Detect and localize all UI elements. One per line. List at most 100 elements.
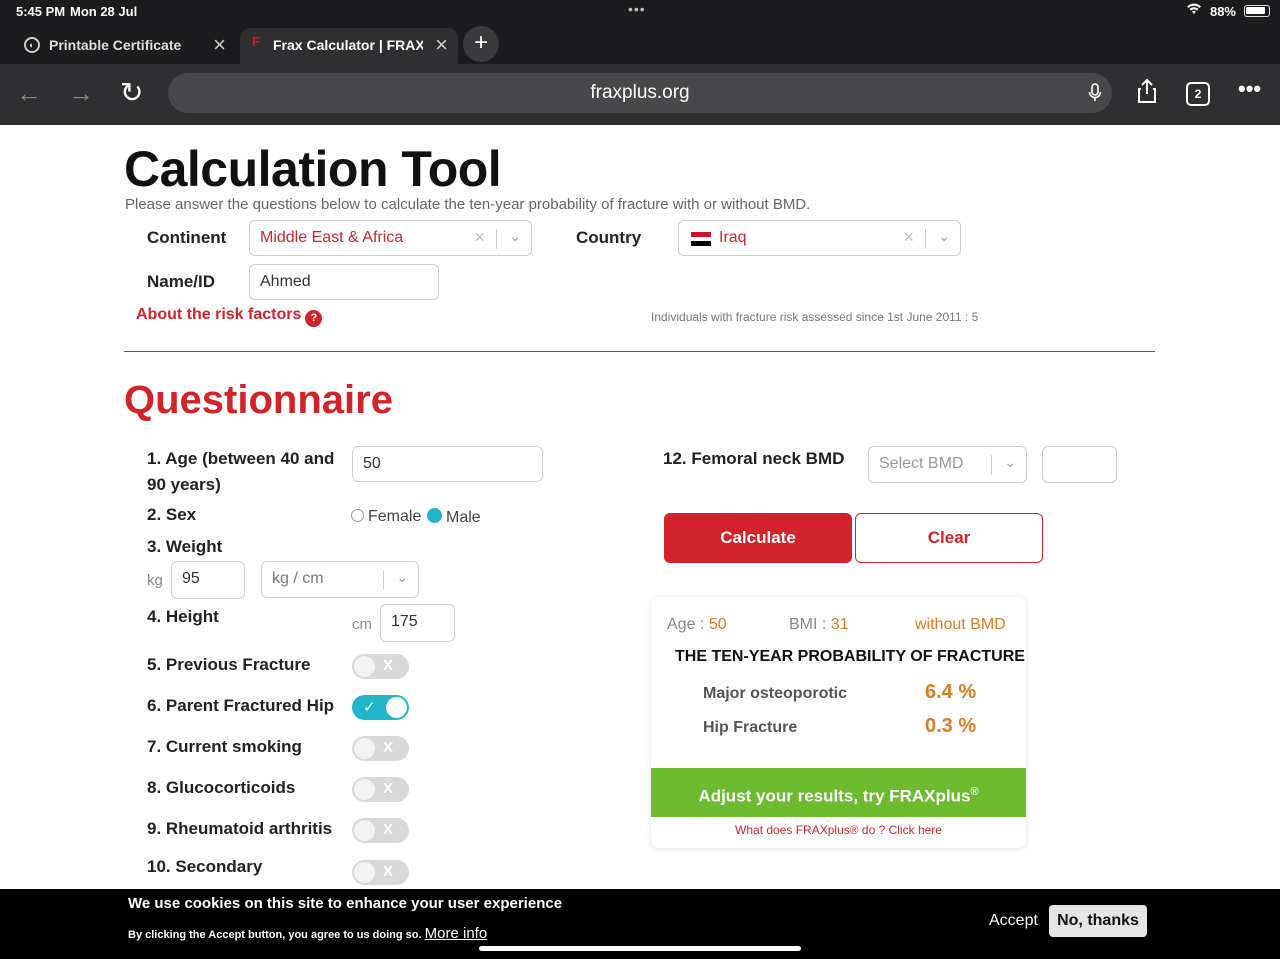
hip-fracture-label: Hip Fracture (703, 719, 798, 736)
more-info-link[interactable]: More info (425, 925, 488, 942)
q10-secondary-label: 10. Secondary (147, 857, 263, 876)
q2-sex-label: 2. Sex (147, 505, 197, 524)
result-heading: THE TEN-YEAR PROBABILITY OF FRACTURE (675, 648, 1025, 665)
bmd-type-select[interactable]: Select BMD ⌄ (868, 446, 1027, 483)
name-id-label: Name/ID (147, 272, 216, 291)
weight-unit: kg (147, 572, 163, 589)
browser-toolbar: ← → ↻ fraxplus.org 2 ••• (0, 64, 1280, 125)
chevron-down-icon[interactable]: ⌄ (396, 569, 408, 586)
country-label: Country (576, 228, 642, 247)
country-select[interactable]: Iraq × ⌄ (678, 220, 961, 256)
status-date: Mon 28 Jul (70, 4, 138, 19)
radio-unchecked-icon (351, 509, 364, 522)
q9-rheumatoid-arthritis-label: 9. Rheumatoid arthritis (147, 819, 333, 838)
chevron-down-icon[interactable]: ⌄ (938, 228, 950, 245)
current-smoking-toggle[interactable]: X (352, 736, 409, 761)
result-bmi: BMI : 31 (789, 616, 849, 634)
male-label: Male (446, 509, 481, 526)
tab-frax-calculator[interactable]: F Frax Calculator | FRAXplus × (240, 28, 458, 64)
parent-fractured-hip-toggle[interactable]: ✓ (352, 695, 409, 720)
bmd-select-placeholder: Select BMD (879, 455, 964, 472)
url-text: fraxplus.org (590, 82, 690, 103)
microphone-icon[interactable] (1088, 73, 1102, 113)
calculate-button[interactable]: Calculate (664, 513, 852, 563)
close-tab-icon[interactable]: × (435, 32, 448, 58)
result-card: Age : 50 BMI : 31 without BMD THE TEN-YE… (651, 597, 1026, 848)
q1-age-label: 1. Age (between 40 and 90 years) (147, 449, 335, 494)
multitasking-dots-icon[interactable]: ••• (628, 1, 646, 17)
more-options-icon[interactable]: ••• (1238, 76, 1261, 102)
q3-weight-label: 3. Weight (147, 537, 223, 556)
new-tab-button[interactable]: + (463, 26, 499, 62)
tab-overview-button[interactable]: 2 (1186, 82, 1210, 106)
q4-height-label: 4. Height (147, 607, 219, 626)
share-icon[interactable] (1136, 78, 1158, 110)
close-tab-icon[interactable]: × (213, 32, 226, 58)
continent-value: Middle East & Africa (260, 229, 404, 246)
assessed-count-text: Individuals with fracture risk assessed … (651, 310, 979, 324)
iraq-flag-icon (691, 232, 711, 246)
chevron-down-icon[interactable]: ⌄ (1004, 454, 1016, 471)
clear-button[interactable]: Clear (855, 513, 1043, 563)
address-bar[interactable]: fraxplus.org (168, 73, 1112, 113)
no-thanks-button[interactable]: No, thanks (1049, 905, 1147, 937)
help-icon[interactable]: ? (305, 310, 323, 327)
registered-mark-icon: ® (970, 786, 979, 798)
bmi-label: BMI : (789, 616, 827, 633)
reload-icon[interactable]: ↻ (120, 76, 143, 109)
female-label: Female (368, 508, 422, 525)
cookie-text: By clicking the Accept button, you agree… (128, 929, 422, 941)
q6-parent-fractured-hip-label: 6. Parent Fractured Hip (147, 696, 335, 715)
previous-fracture-toggle[interactable]: X (352, 654, 409, 679)
name-id-input[interactable]: Ahmed (249, 264, 439, 300)
toggle-knob (354, 862, 375, 883)
continent-select[interactable]: Middle East & Africa × ⌄ (249, 220, 532, 256)
bmd-value-input[interactable] (1042, 446, 1117, 483)
back-arrow-icon[interactable]: ← (16, 78, 42, 109)
toggle-off-icon: X (383, 821, 394, 838)
about-risk-factors-link[interactable]: About the risk factors? (136, 306, 323, 327)
weight-input[interactable]: 95 (171, 561, 245, 599)
accept-button[interactable]: Accept (989, 912, 1038, 930)
what-does-fraxplus-link[interactable]: What does FRAXplus® do ? Click here (651, 823, 1026, 837)
tab-printable-certificate[interactable]: ◐ Printable Certificate × (14, 28, 236, 64)
toggle-knob (354, 779, 375, 800)
units-select-value: kg / cm (272, 570, 324, 587)
bmi-value: 31 (830, 616, 849, 633)
select-divider (925, 229, 926, 249)
clear-selection-icon[interactable]: × (474, 227, 485, 248)
home-indicator[interactable] (479, 946, 801, 951)
toggle-check-icon: ✓ (363, 699, 376, 716)
toggle-knob (354, 738, 375, 759)
toggle-knob (354, 820, 375, 841)
sex-male-radio[interactable]: Male (427, 508, 481, 527)
rheumatoid-arthritis-toggle[interactable]: X (352, 818, 409, 843)
clear-selection-icon[interactable]: × (903, 227, 914, 248)
adjust-results-button[interactable]: Adjust your results, try FRAXplus® (651, 768, 1026, 817)
status-bar: 5:45 PM Mon 28 Jul ••• 88% (0, 0, 1280, 22)
height-input[interactable]: 175 (380, 604, 455, 642)
hip-fracture-value: 0.3 % (925, 715, 977, 737)
toggle-knob (386, 697, 407, 718)
units-select[interactable]: kg / cm ⌄ (261, 561, 419, 598)
height-unit: cm (352, 616, 372, 633)
forward-arrow-icon[interactable]: → (68, 78, 94, 109)
age-value: 50 (708, 616, 727, 633)
age-input[interactable]: 50 (352, 446, 543, 482)
country-value: Iraq (719, 229, 747, 246)
result-age: Age : 50 (667, 616, 727, 634)
secondary-osteoporosis-toggle[interactable]: X (352, 860, 409, 885)
risk-link-text: About the risk factors (136, 306, 302, 323)
sex-female-radio[interactable]: Female (351, 508, 421, 526)
battery-percent: 88% (1209, 4, 1236, 19)
frax-favicon-icon: F (252, 34, 260, 49)
glucocorticoids-toggle[interactable]: X (352, 777, 409, 802)
toggle-off-icon: X (383, 739, 394, 756)
chevron-down-icon[interactable]: ⌄ (509, 228, 521, 245)
continent-label: Continent (147, 228, 227, 247)
page-subtitle: Please answer the questions below to cal… (125, 196, 811, 213)
section-divider (124, 351, 1155, 352)
major-osteoporotic-label: Major osteoporotic (703, 685, 848, 702)
questionnaire-title: Questionnaire (124, 378, 393, 422)
toggle-off-icon: X (383, 863, 394, 880)
